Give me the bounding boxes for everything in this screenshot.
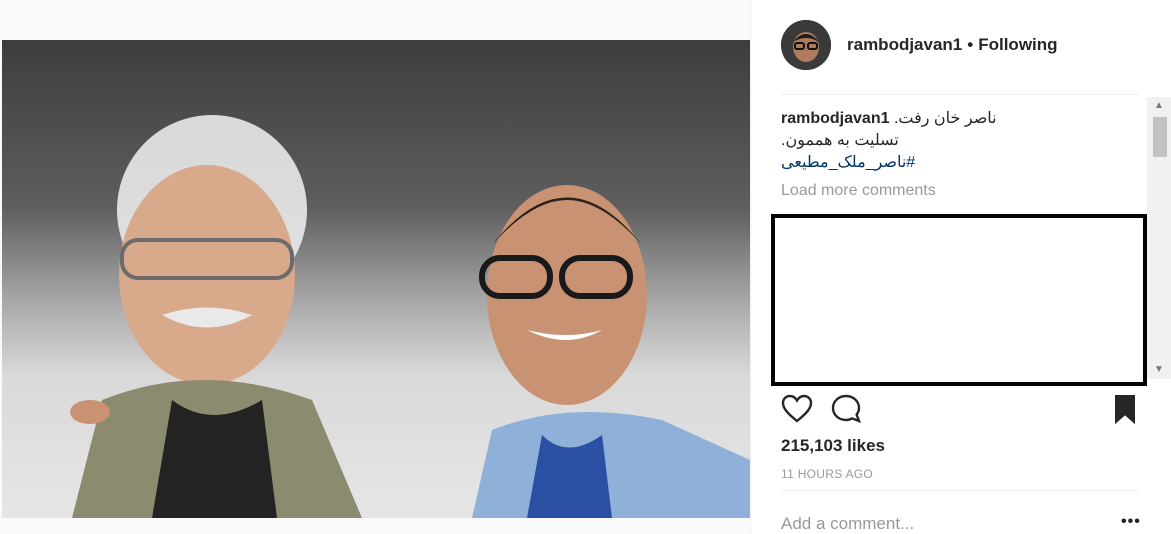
load-more-comments[interactable]: Load more comments: [781, 182, 1143, 200]
comment-divider: [781, 490, 1139, 491]
heart-icon[interactable]: [781, 394, 813, 429]
comments-scrollbar[interactable]: ▲ ▼: [1147, 97, 1171, 379]
scroll-down-arrow-icon[interactable]: ▼: [1147, 361, 1171, 379]
header-text: rambodjavan1 • Following: [847, 35, 1058, 55]
bookmark-icon[interactable]: [1113, 394, 1137, 429]
post-photo[interactable]: [2, 40, 750, 518]
likes-count[interactable]: 215,103 likes: [781, 436, 885, 456]
caption-line-1: ناصر خان رفت.: [893, 110, 997, 127]
scroll-up-arrow-icon[interactable]: ▲: [1147, 97, 1171, 115]
add-comment-input[interactable]: Add a comment...: [781, 514, 914, 534]
comment-icon[interactable]: [831, 394, 863, 429]
header-divider: [781, 94, 1139, 95]
scroll-thumb[interactable]: [1153, 117, 1167, 157]
header-separator: •: [967, 35, 974, 54]
caption-username[interactable]: rambodjavan1: [781, 110, 889, 127]
following-button[interactable]: Following: [978, 35, 1057, 55]
post-media-pane: [0, 0, 750, 534]
more-options-icon[interactable]: •••: [1121, 513, 1141, 531]
avatar[interactable]: [781, 20, 831, 70]
author-username[interactable]: rambodjavan1: [847, 35, 962, 55]
redacted-comment-box: [771, 214, 1147, 386]
photo-illustration: [70, 115, 750, 518]
post-timestamp: 11 HOURS AGO: [781, 467, 874, 481]
action-bar: [781, 394, 1139, 426]
caption-line-2: تسلیت به هممون.: [781, 132, 899, 149]
caption: rambodjavan1 ناصر خان رفت. تسلیت به هممو…: [781, 108, 1143, 174]
post-header: rambodjavan1 • Following: [781, 19, 1141, 71]
comments-section: rambodjavan1 ناصر خان رفت. تسلیت به هممو…: [771, 108, 1147, 386]
post-sidebar: rambodjavan1 • Following rambodjavan1 نا…: [750, 0, 1171, 534]
caption-hashtag[interactable]: #ناصر_ملک_مطیعی: [781, 152, 1143, 174]
avatar-image: [781, 20, 831, 70]
